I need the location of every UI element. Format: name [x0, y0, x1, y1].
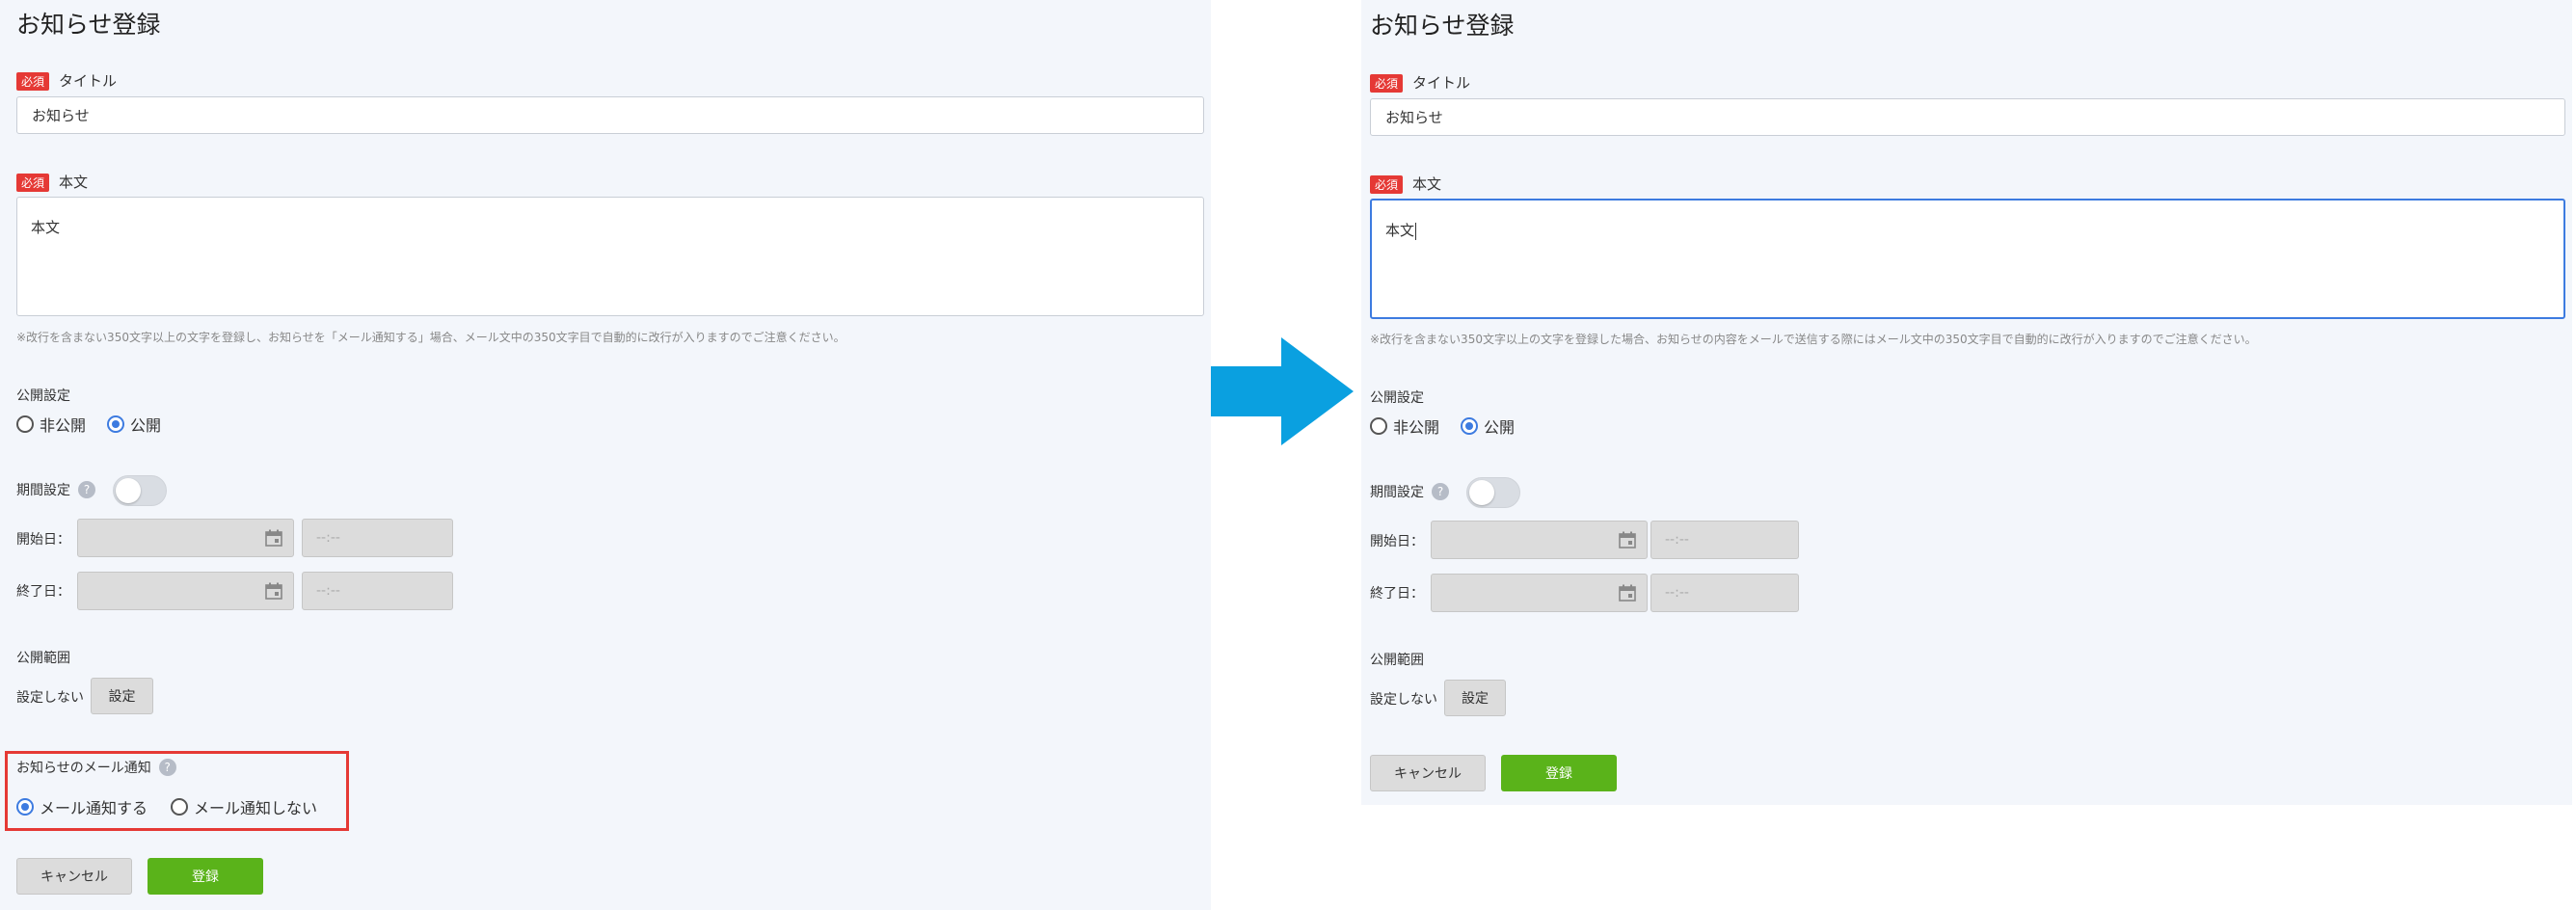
publish-option-public[interactable]: 公開 [1461, 415, 1515, 438]
submit-button[interactable]: 登録 [1501, 755, 1617, 791]
time-placeholder: --:-- [1665, 585, 1689, 601]
publish-label: 公開設定 [1370, 390, 1424, 406]
required-badge: 必須 [1370, 175, 1404, 194]
end-date-label: 終了日： [16, 584, 70, 600]
scope-set-button[interactable]: 設定 [1444, 680, 1506, 716]
period-label-row: 期間設定 ? [1370, 482, 1449, 501]
body-note: ※改行を含まない350文字以上の文字を登録し、お知らせを「メール通知する」場合、… [16, 331, 845, 344]
publish-option-private[interactable]: 非公開 [1370, 415, 1439, 438]
title-input-value: お知らせ [32, 107, 90, 124]
time-placeholder: --:-- [1665, 532, 1689, 548]
radio-selected-icon [107, 415, 125, 433]
mail-radio-group: メール通知する メール通知しない [16, 795, 338, 818]
time-placeholder: --:-- [316, 530, 340, 546]
radio-selected-icon [1461, 417, 1479, 435]
radio-icon [16, 415, 34, 433]
before-screen: お知らせ登録 必須 タイトル お知らせ 必須 本文 本文 ※改行を含まない350文字… [0, 0, 1211, 910]
body-textarea-value: 本文 [31, 219, 61, 236]
mail-label-row: お知らせのメール通知 ? [16, 758, 176, 777]
title-label-row: 必須 タイトル [16, 70, 117, 91]
page-title: お知らせ登録 [1370, 12, 1515, 40]
after-screen: お知らせ登録 必須 タイトル お知らせ 必須 本文 本文 ※改行を含まない350文字… [1361, 0, 2572, 805]
publish-option-private[interactable]: 非公開 [16, 413, 86, 436]
period-label: 期間設定 [1370, 485, 1424, 500]
scope-label: 公開範囲 [16, 651, 70, 666]
scope-value: 設定しない [1370, 692, 1437, 708]
start-date-label: 開始日： [16, 532, 70, 548]
required-badge: 必須 [16, 174, 50, 192]
radio-label: メール通知する [40, 799, 148, 817]
title-label: タイトル [59, 72, 118, 90]
page-title: お知らせ登録 [16, 11, 161, 39]
body-label: 本文 [1412, 175, 1442, 193]
radio-label: 公開 [130, 416, 162, 435]
required-badge: 必須 [16, 72, 50, 91]
end-date-label: 終了日： [1370, 586, 1424, 602]
start-time-input[interactable]: --:-- [1650, 521, 1799, 559]
calendar-icon [265, 529, 282, 547]
help-icon[interactable]: ? [1432, 483, 1449, 500]
radio-icon [171, 798, 189, 816]
start-date-input[interactable] [77, 519, 294, 557]
radio-label: 公開 [1484, 418, 1516, 437]
required-badge: 必須 [1370, 74, 1404, 93]
scope-value: 設定しない [16, 690, 84, 706]
title-input-value: お知らせ [1385, 109, 1443, 126]
help-icon[interactable]: ? [158, 759, 176, 776]
period-label: 期間設定 [16, 483, 70, 498]
radio-label: メール通知しない [194, 799, 318, 817]
body-textarea[interactable]: 本文 [16, 197, 1204, 316]
radio-label: 非公開 [1393, 418, 1440, 437]
submit-button[interactable]: 登録 [148, 858, 263, 895]
mail-option-notify[interactable]: メール通知する [16, 795, 148, 818]
radio-icon [1370, 417, 1387, 435]
time-placeholder: --:-- [316, 583, 340, 599]
publish-label: 公開設定 [16, 388, 70, 404]
body-note: ※改行を含まない350文字以上の文字を登録した場合、お知らせの内容をメールで送信… [1370, 333, 2257, 346]
start-date-label: 開始日： [1370, 534, 1424, 549]
radio-label: 非公開 [40, 416, 87, 435]
period-toggle[interactable] [1466, 477, 1520, 508]
text-caret [1415, 222, 1417, 240]
calendar-icon [1619, 584, 1636, 602]
title-input[interactable]: お知らせ [16, 96, 1204, 134]
start-date-input[interactable] [1431, 521, 1648, 559]
body-textarea-focused[interactable]: 本文 [1370, 199, 2565, 319]
arrow-right-icon [1211, 337, 1354, 445]
body-label-row: 必須 本文 [16, 172, 88, 192]
end-date-input[interactable] [77, 572, 294, 610]
radio-selected-icon [16, 798, 34, 816]
publish-radio-group: 非公開 公開 [1370, 415, 1536, 438]
cancel-button[interactable]: キャンセル [16, 858, 132, 895]
title-label: タイトル [1412, 74, 1471, 92]
publish-option-public[interactable]: 公開 [107, 413, 161, 436]
start-time-input[interactable]: --:-- [302, 519, 453, 557]
scope-label: 公開範囲 [1370, 653, 1424, 668]
mail-label: お知らせのメール通知 [16, 761, 151, 776]
title-label-row: 必須 タイトル [1370, 72, 1470, 93]
cancel-button[interactable]: キャンセル [1370, 755, 1486, 791]
period-label-row: 期間設定 ? [16, 480, 95, 499]
end-time-input[interactable]: --:-- [302, 572, 453, 610]
body-label-row: 必須 本文 [1370, 174, 1441, 194]
calendar-icon [265, 582, 282, 600]
title-input[interactable]: お知らせ [1370, 98, 2565, 136]
body-label: 本文 [59, 174, 89, 191]
help-icon[interactable]: ? [78, 481, 95, 498]
scope-set-button[interactable]: 設定 [91, 678, 153, 714]
end-date-input[interactable] [1431, 574, 1648, 612]
publish-radio-group: 非公開 公開 [16, 413, 182, 436]
calendar-icon [1619, 531, 1636, 549]
body-textarea-value: 本文 [1385, 222, 1415, 239]
mail-option-no-notify[interactable]: メール通知しない [171, 795, 317, 818]
period-toggle[interactable] [113, 475, 167, 506]
end-time-input[interactable]: --:-- [1650, 574, 1799, 612]
